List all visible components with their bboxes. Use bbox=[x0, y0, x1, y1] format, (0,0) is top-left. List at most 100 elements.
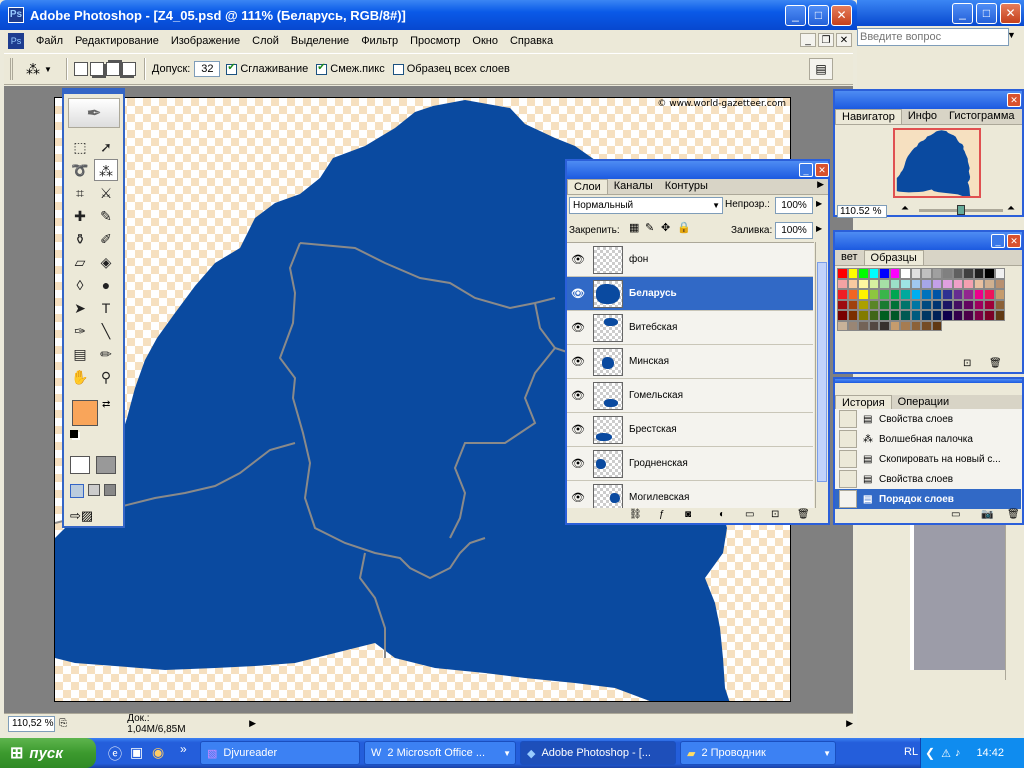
color-swatch[interactable] bbox=[952, 278, 963, 289]
color-swatch[interactable] bbox=[984, 268, 995, 279]
standard-mode-icon[interactable] bbox=[70, 456, 90, 474]
status-zoom-field[interactable]: 110,52 % bbox=[8, 715, 56, 732]
color-swatch[interactable] bbox=[931, 289, 942, 300]
color-swatch[interactable] bbox=[868, 289, 879, 300]
intersect-selection-icon[interactable] bbox=[121, 62, 136, 76]
menu-window[interactable]: Окно bbox=[466, 35, 504, 47]
healing-brush-tool-icon[interactable]: ✚ bbox=[68, 205, 92, 227]
layer-style-icon[interactable]: ƒ bbox=[659, 509, 665, 520]
color-swatch[interactable] bbox=[973, 268, 984, 279]
color-swatch[interactable] bbox=[994, 278, 1005, 289]
color-swatch[interactable] bbox=[921, 289, 932, 300]
layer-row[interactable]: 👁 Минская bbox=[567, 345, 813, 379]
color-swatch[interactable] bbox=[910, 289, 921, 300]
ie-quicklaunch-icon[interactable]: ⓔ bbox=[108, 744, 122, 764]
color-swatch[interactable] bbox=[900, 320, 911, 331]
bg-minimize-button[interactable]: _ bbox=[952, 3, 973, 24]
color-swatch[interactable] bbox=[931, 268, 942, 279]
antialias-checkbox[interactable] bbox=[226, 62, 238, 75]
color-swatch[interactable] bbox=[868, 310, 879, 321]
color-swatch[interactable] bbox=[931, 299, 942, 310]
dodge-tool-icon[interactable]: ● bbox=[94, 274, 118, 296]
hand-tool-icon[interactable]: ✋ bbox=[68, 366, 92, 388]
history-new-document-icon[interactable]: ▭ bbox=[951, 509, 960, 520]
history-snapshot-box[interactable] bbox=[839, 470, 857, 488]
menu-image[interactable]: Изображение bbox=[165, 35, 246, 47]
color-swatch[interactable] bbox=[900, 289, 911, 300]
layers-minimize-button[interactable]: _ bbox=[799, 163, 813, 177]
color-swatch[interactable] bbox=[931, 320, 942, 331]
default-colors-icon[interactable] bbox=[70, 430, 78, 438]
tray-expand-icon[interactable]: ❮ bbox=[925, 746, 935, 760]
color-swatch[interactable] bbox=[837, 320, 848, 331]
close-button[interactable]: ✕ bbox=[831, 5, 852, 26]
color-swatch[interactable] bbox=[868, 268, 879, 279]
preset-dropdown-icon[interactable]: ▼ bbox=[44, 65, 52, 74]
layer-row[interactable]: 👁 Брестская bbox=[567, 413, 813, 447]
app-quicklaunch-icon[interactable]: ◉ bbox=[152, 744, 164, 761]
language-indicator[interactable]: RL bbox=[904, 746, 918, 758]
color-swatch[interactable] bbox=[921, 310, 932, 321]
add-selection-icon[interactable] bbox=[89, 62, 104, 76]
tab-histogram[interactable]: Гистограмма bbox=[943, 109, 1021, 124]
palette-well-icon[interactable]: ▤ bbox=[809, 58, 833, 80]
layers-menu-icon[interactable]: ▶ bbox=[817, 179, 824, 194]
color-swatch[interactable] bbox=[900, 310, 911, 321]
help-search-input[interactable] bbox=[857, 28, 1009, 46]
adjustment-layer-icon[interactable]: ◐ bbox=[719, 509, 725, 520]
color-swatch[interactable] bbox=[994, 268, 1005, 279]
color-swatch[interactable] bbox=[868, 278, 879, 289]
history-item[interactable]: ▤ Свойства слоев bbox=[835, 469, 1021, 489]
color-swatch[interactable] bbox=[858, 268, 869, 279]
quick-mask-mode-icon[interactable] bbox=[96, 456, 116, 474]
color-swatch[interactable] bbox=[973, 278, 984, 289]
layer-row[interactable]: 👁 фон bbox=[567, 243, 813, 277]
layer-row[interactable]: 👁 Гомельская bbox=[567, 379, 813, 413]
color-swatch[interactable] bbox=[837, 268, 848, 279]
layer-row[interactable]: 👁 Беларусь bbox=[567, 277, 813, 311]
color-swatch[interactable] bbox=[910, 299, 921, 310]
color-swatch[interactable] bbox=[952, 289, 963, 300]
magic-wand-tool-icon[interactable]: ⁂ bbox=[94, 159, 118, 181]
tray-speaker-icon[interactable]: ♪ bbox=[955, 747, 961, 759]
color-swatch[interactable] bbox=[931, 310, 942, 321]
layers-scrollbar[interactable] bbox=[815, 242, 828, 508]
history-item[interactable]: ▤ Порядок слоев bbox=[835, 489, 1021, 509]
swap-colors-icon[interactable]: ⇄ bbox=[102, 399, 110, 410]
color-swatch[interactable] bbox=[942, 299, 953, 310]
task-photoshop[interactable]: ◆ Adobe Photoshop - [... bbox=[520, 741, 676, 765]
new-group-icon[interactable]: ▭ bbox=[745, 509, 754, 520]
color-swatch[interactable] bbox=[847, 278, 858, 289]
task-explorer[interactable]: ▰ 2 Проводник ▼ bbox=[680, 741, 836, 765]
tab-history[interactable]: История bbox=[835, 395, 892, 410]
history-brush-tool-icon[interactable]: ✐ bbox=[94, 228, 118, 250]
color-swatch[interactable] bbox=[900, 268, 911, 279]
color-swatch[interactable] bbox=[889, 268, 900, 279]
fill-slider-icon[interactable]: ▶ bbox=[816, 224, 822, 233]
tray-network-icon[interactable]: ⚠ bbox=[941, 747, 951, 760]
color-swatch[interactable] bbox=[879, 320, 890, 331]
color-swatch[interactable] bbox=[952, 310, 963, 321]
paint-bucket-tool-icon[interactable]: ◈ bbox=[94, 251, 118, 273]
zoom-in-icon[interactable]: ⏶ bbox=[1007, 203, 1015, 214]
history-item[interactable]: ▤ Свойства слоев bbox=[835, 409, 1021, 429]
color-swatch[interactable] bbox=[847, 268, 858, 279]
layer-visibility-eye-icon[interactable]: 👁 bbox=[567, 457, 589, 470]
color-swatch[interactable] bbox=[889, 299, 900, 310]
doc-close-button[interactable]: ✕ bbox=[836, 33, 852, 47]
minimize-button[interactable]: _ bbox=[785, 5, 806, 26]
jump-to-imageready-icon[interactable]: ⇨▨ bbox=[70, 508, 116, 526]
subtract-selection-icon[interactable] bbox=[105, 62, 120, 76]
history-item[interactable]: ▤ Скопировать на новый с... bbox=[835, 449, 1021, 469]
tab-color[interactable]: вет bbox=[835, 250, 864, 265]
color-swatch[interactable] bbox=[847, 320, 858, 331]
color-swatch[interactable] bbox=[868, 299, 879, 310]
delete-swatch-icon[interactable]: 🗑 bbox=[989, 358, 1002, 369]
tab-info[interactable]: Инфо bbox=[902, 109, 943, 124]
swatches-minimize-button[interactable]: _ bbox=[991, 234, 1005, 248]
color-swatch[interactable] bbox=[837, 289, 848, 300]
lock-move-icon[interactable]: ✥ bbox=[661, 221, 670, 234]
color-swatch[interactable] bbox=[889, 310, 900, 321]
color-swatch[interactable] bbox=[837, 299, 848, 310]
history-item[interactable]: ⁂ Волшебная палочка bbox=[835, 429, 1021, 449]
